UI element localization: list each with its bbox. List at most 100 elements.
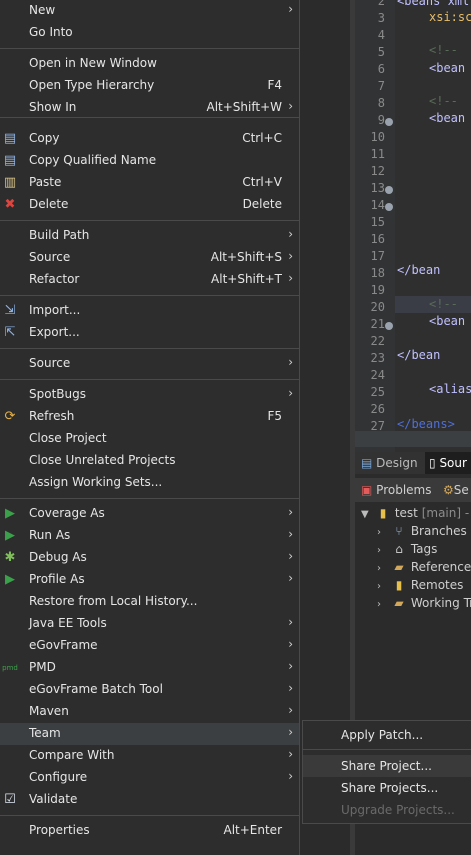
tags-icon: ⌂ bbox=[395, 542, 403, 556]
menu-item-close-project[interactable]: Close Project bbox=[0, 428, 299, 450]
chevron-right-icon[interactable]: › bbox=[377, 563, 391, 574]
code-line-2: <beans xml bbox=[397, 0, 470, 8]
fold-toggle-icon[interactable] bbox=[385, 118, 393, 126]
menu-item-shortcut: Ctrl+C bbox=[242, 131, 282, 145]
menu-item-show-in[interactable]: Show In Alt+Shift+W › bbox=[0, 97, 299, 119]
menu-item-configure[interactable]: Configure › bbox=[0, 767, 299, 789]
repo-child-references[interactable]: › ▰ References bbox=[377, 560, 471, 574]
chevron-right-icon: › bbox=[288, 681, 293, 695]
menu-item-debug-as[interactable]: ✱ Debug As › bbox=[0, 547, 299, 569]
menu-item-label: Open in New Window bbox=[29, 56, 157, 70]
chevron-right-icon: › bbox=[288, 747, 293, 761]
submenu-item-share-projects[interactable]: Share Projects... bbox=[303, 777, 471, 799]
fold-toggle-icon[interactable] bbox=[385, 186, 393, 194]
line-number: 3 bbox=[377, 11, 385, 25]
fold-toggle-icon[interactable] bbox=[385, 203, 393, 211]
menu-item-run-as[interactable]: ▶ Run As › bbox=[0, 525, 299, 547]
repo-child-remotes[interactable]: › ▮ Remotes bbox=[377, 578, 463, 592]
menu-item-source[interactable]: Source › bbox=[0, 353, 299, 375]
copy-icon: ▤ bbox=[3, 131, 17, 146]
menu-item-open-in-new-window[interactable]: Open in New Window bbox=[0, 53, 299, 75]
source-icon: ▯ bbox=[429, 456, 436, 470]
menu-item-shortcut: F5 bbox=[267, 409, 282, 423]
repo-child-tags[interactable]: › ⌂ Tags bbox=[377, 542, 437, 556]
repo-child-working-tr[interactable]: › ▰ Working Tr bbox=[377, 596, 471, 610]
menu-item-delete[interactable]: ✖ Delete Delete bbox=[0, 194, 299, 216]
line-number: 17 bbox=[370, 249, 385, 263]
repo-node[interactable]: ▼ ▮ test [main] - C bbox=[361, 506, 471, 520]
menu-item-maven[interactable]: Maven › bbox=[0, 701, 299, 723]
menu-item-source[interactable]: Source Alt+Shift+S › bbox=[0, 247, 299, 269]
code-line-6: <bean bbox=[429, 61, 466, 75]
fold-toggle-icon[interactable] bbox=[385, 322, 393, 330]
menu-item-copy[interactable]: ▤ Copy Ctrl+C bbox=[0, 128, 299, 150]
remotes-icon: ▮ bbox=[395, 578, 403, 592]
menu-item-close-unrelated-projects[interactable]: Close Unrelated Projects bbox=[0, 450, 299, 472]
menu-item-export[interactable]: ⇱ Export... bbox=[0, 322, 299, 344]
menu-item-refactor[interactable]: Refactor Alt+Shift+T › bbox=[0, 269, 299, 291]
line-number: 24 bbox=[370, 368, 385, 382]
menu-item-validate[interactable]: ☑ Validate bbox=[0, 789, 299, 811]
chevron-right-icon[interactable]: › bbox=[377, 581, 391, 592]
code-line-27: </beans> bbox=[397, 417, 455, 431]
menu-item-egovframe[interactable]: eGovFrame › bbox=[0, 635, 299, 657]
submenu-item-apply-patch[interactable]: Apply Patch... bbox=[303, 724, 471, 746]
menu-item-label: Source bbox=[29, 356, 71, 370]
menu-item-label: Restore from Local History... bbox=[29, 594, 198, 608]
chevron-right-icon: › bbox=[288, 725, 293, 739]
horizontal-scrollbar[interactable] bbox=[355, 431, 471, 447]
menu-item-go-into[interactable]: Go Into bbox=[0, 22, 299, 44]
menu-item-new[interactable]: New › bbox=[0, 0, 299, 22]
chevron-right-icon: › bbox=[288, 571, 293, 585]
repo-branch: [main] - C bbox=[421, 506, 471, 520]
menu-item-egovframe-batch-tool[interactable]: eGovFrame Batch Tool › bbox=[0, 679, 299, 701]
menu-item-restore-from-local-history[interactable]: Restore from Local History... bbox=[0, 591, 299, 613]
servers-icon: ⚙ bbox=[443, 483, 454, 497]
chevron-down-icon[interactable]: ▼ bbox=[361, 509, 375, 520]
code-line-9: <bean bbox=[429, 111, 466, 125]
code-line-23: </bean bbox=[397, 348, 441, 362]
repo-child-branches[interactable]: › ⑂ Branches bbox=[377, 524, 467, 538]
import-icon: ⇲ bbox=[4, 303, 16, 318]
menu-item-open-type-hierarchy[interactable]: Open Type Hierarchy F4 bbox=[0, 75, 299, 97]
menu-item-paste[interactable]: ▥ Paste Ctrl+V bbox=[0, 172, 299, 194]
menu-item-label: Java EE Tools bbox=[29, 616, 107, 630]
tab-design[interactable]: ▤ Design bbox=[361, 452, 418, 474]
line-number: 15 bbox=[370, 215, 385, 229]
menu-separator bbox=[0, 220, 299, 221]
menu-item-properties[interactable]: Properties Alt+Enter bbox=[0, 820, 299, 842]
menu-item-shortcut: Alt+Shift+T bbox=[211, 272, 282, 286]
menu-item-label: eGovFrame Batch Tool bbox=[29, 682, 163, 696]
repository-icon: ▮ bbox=[379, 506, 387, 520]
line-number: 18 bbox=[370, 266, 385, 280]
tab-second[interactable]: ⚙Se bbox=[443, 478, 469, 502]
line-number: 25 bbox=[370, 385, 385, 399]
menu-item-refresh[interactable]: ⟳ Refresh F5 bbox=[0, 406, 299, 428]
chevron-right-icon[interactable]: › bbox=[377, 545, 391, 556]
chevron-right-icon[interactable]: › bbox=[377, 527, 391, 538]
menu-item-profile-as[interactable]: ▶ Profile As › bbox=[0, 569, 299, 591]
menu-item-java-ee-tools[interactable]: Java EE Tools › bbox=[0, 613, 299, 635]
line-number: 2 bbox=[377, 0, 385, 8]
code-line-18: </bean bbox=[397, 263, 441, 277]
menu-item-compare-with[interactable]: Compare With › bbox=[0, 745, 299, 767]
tab-source[interactable]: ▯ Sour bbox=[425, 452, 471, 474]
chevron-right-icon[interactable]: › bbox=[377, 599, 391, 610]
menu-item-build-path[interactable]: Build Path › bbox=[0, 225, 299, 247]
menu-item-team[interactable]: Team › bbox=[0, 723, 299, 745]
menu-item-label: Maven bbox=[29, 704, 69, 718]
submenu-item-share-project[interactable]: Share Project... bbox=[303, 755, 471, 777]
menu-separator bbox=[0, 348, 299, 349]
line-number: 6 bbox=[377, 62, 385, 76]
menu-separator bbox=[0, 498, 299, 499]
xml-editor[interactable]: 2 3 4 5 6 7 8 9 10 11 12 13 14 15 16 17 18 19 20 21 22 23 24 25… bbox=[355, 0, 471, 474]
menu-item-pmd[interactable]: pmd PMD › bbox=[0, 657, 299, 679]
menu-item-assign-working-sets[interactable]: Assign Working Sets... bbox=[0, 472, 299, 494]
menu-item-coverage-as[interactable]: ▶ Coverage As › bbox=[0, 503, 299, 525]
menu-item-spotbugs[interactable]: SpotBugs › bbox=[0, 384, 299, 406]
problems-icon: ▣ bbox=[361, 483, 373, 497]
tab-problems[interactable]: ▣ Problems bbox=[361, 478, 431, 502]
menu-item-import[interactable]: ⇲ Import... bbox=[0, 300, 299, 322]
refresh-icon: ⟳ bbox=[4, 409, 16, 424]
menu-item-copy-qualified-name[interactable]: ▤ Copy Qualified Name bbox=[0, 150, 299, 172]
